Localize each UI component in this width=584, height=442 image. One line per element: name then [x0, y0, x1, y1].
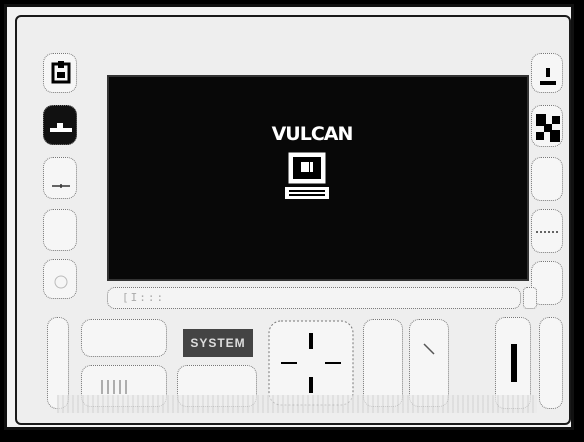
stairs-icon: [536, 114, 560, 142]
ship-button[interactable]: [43, 105, 77, 145]
line-button[interactable]: [43, 157, 77, 199]
control-panel: VULCAN [I::: SYSTEM: [15, 15, 571, 425]
side-slider-right[interactable]: [539, 317, 563, 409]
system-button[interactable]: SYSTEM: [183, 329, 253, 357]
disk-icon: [51, 61, 71, 84]
right-key-3[interactable]: [531, 157, 563, 201]
left-key-5[interactable]: [43, 259, 77, 299]
device-frame: VULCAN [I::: SYSTEM: [4, 4, 574, 430]
status-text: [I:::: [122, 291, 166, 304]
direction-pad[interactable]: [267, 319, 355, 407]
keypad-key-1[interactable]: [81, 319, 167, 357]
bottom-edge-texture: [57, 395, 537, 413]
status-strip: [I:::: [107, 287, 521, 309]
person-icon: [540, 68, 556, 85]
ship-icon: [50, 123, 72, 132]
keypad-key-5[interactable]: [363, 319, 403, 407]
status-end-key[interactable]: [523, 287, 537, 309]
disk-button[interactable]: [43, 53, 77, 93]
dpad-arrows-icon: [268, 320, 354, 406]
line-icon: [52, 184, 70, 188]
left-key-4[interactable]: [43, 209, 77, 251]
computer-icon[interactable]: [279, 149, 335, 209]
keypad-key-6[interactable]: [409, 319, 449, 407]
dotted-line-button[interactable]: [531, 209, 563, 253]
dotted-line-icon: [536, 231, 560, 233]
circle-icon: [54, 275, 68, 289]
vulcan-title: VULCAN: [271, 123, 354, 145]
person-button[interactable]: [531, 53, 563, 93]
stairs-button[interactable]: [531, 105, 563, 147]
